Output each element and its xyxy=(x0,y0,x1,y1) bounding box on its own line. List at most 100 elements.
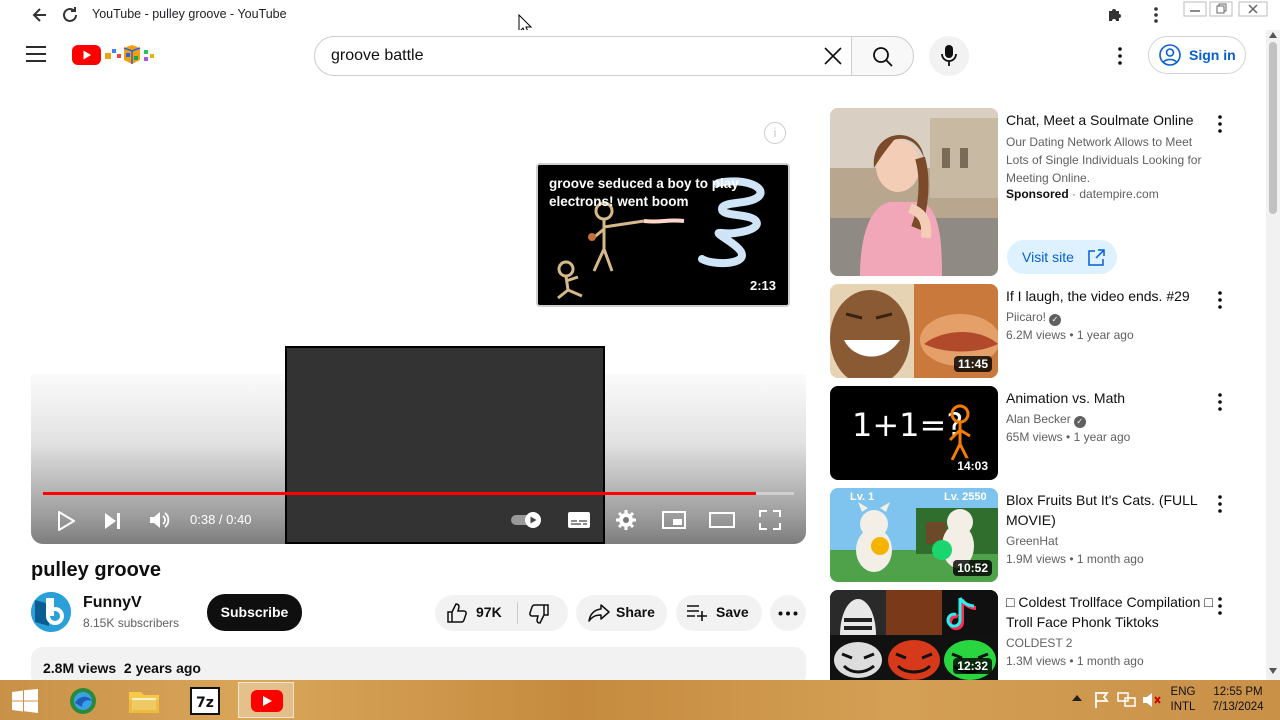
video-duration: 12:32 xyxy=(953,658,992,674)
youtube-logo[interactable] xyxy=(72,44,160,66)
fullscreen-icon[interactable] xyxy=(759,510,781,530)
show-hidden-icons-icon[interactable] xyxy=(1072,694,1082,702)
sponsored-ad[interactable]: Chat, Meet a Soulmate Online Our Dating … xyxy=(830,108,1250,278)
video-thumbnail[interactable]: 1+1=? 14:03 xyxy=(830,386,998,480)
ad-title[interactable]: Chat, Meet a Soulmate Online xyxy=(1006,110,1218,130)
language-indicator[interactable]: ENG INTL xyxy=(1166,685,1200,715)
channel-name[interactable]: COLDEST 2 xyxy=(1006,636,1072,650)
dislike-button[interactable] xyxy=(518,595,568,631)
verified-check-icon: ✓ xyxy=(1073,416,1086,428)
progress-bar[interactable] xyxy=(43,492,794,495)
share-button[interactable]: Share xyxy=(576,595,667,631)
recommended-video[interactable]: 1+1=? 14:03 Animation vs. Math Alan Beck… xyxy=(830,386,1250,480)
info-icon[interactable]: i xyxy=(764,122,786,144)
extensions-puzzle-icon[interactable] xyxy=(1105,5,1125,25)
verified-check-icon: ✓ xyxy=(1049,314,1062,326)
taskbar-file-explorer[interactable] xyxy=(115,682,171,718)
subscribe-button[interactable]: Subscribe xyxy=(207,594,302,631)
video-thumbnail[interactable]: 11:45 xyxy=(830,284,998,378)
youtube-header: groove battle Sign in xyxy=(0,30,1266,82)
sign-in-button[interactable]: Sign in xyxy=(1148,36,1246,74)
scrollbar-thumb[interactable] xyxy=(1269,42,1277,214)
settings-menu-icon[interactable] xyxy=(1110,46,1130,66)
channel-name[interactable]: Alan Becker xyxy=(1006,412,1071,426)
channel-name[interactable]: FunnyV xyxy=(83,594,142,612)
more-actions-button[interactable] xyxy=(770,595,806,631)
more-options-icon[interactable] xyxy=(1216,494,1224,514)
end-card-duration: 2:13 xyxy=(749,278,776,293)
video-stats-line: 65M views • 1 year ago xyxy=(1006,430,1130,444)
share-label: Share xyxy=(616,604,655,620)
theater-mode-icon[interactable] xyxy=(709,512,735,528)
video-thumbnail[interactable]: Lv. 1 Lv. 2550 10:52 xyxy=(830,488,998,582)
clock-time: 12:55 PM xyxy=(1213,686,1263,698)
scroll-down-arrow-icon[interactable] xyxy=(1269,668,1277,674)
volume-muted-icon[interactable] xyxy=(1142,691,1162,709)
search-query-text: groove battle xyxy=(331,47,424,64)
like-count: 97K xyxy=(476,604,502,620)
recommended-video[interactable]: Lv. 1 Lv. 2550 10:52 Blox Fruits But It'… xyxy=(830,488,1250,582)
7zip-icon: 7z xyxy=(190,687,220,715)
video-title-link[interactable]: Animation vs. Math xyxy=(1006,388,1218,408)
subscriber-count: 8.15K subscribers xyxy=(83,616,180,630)
play-button[interactable] xyxy=(57,511,75,531)
video-title-link[interactable]: If I laugh, the video ends. #29 xyxy=(1006,286,1218,306)
save-label: Save xyxy=(716,604,749,620)
hamburger-menu-icon[interactable] xyxy=(26,45,46,63)
end-screen-video-card[interactable]: groove seduced a boy to play electrons! … xyxy=(536,163,790,307)
more-horizontal-icon xyxy=(778,611,798,616)
autoplay-toggle[interactable] xyxy=(510,510,544,530)
settings-gear-icon[interactable] xyxy=(615,509,637,531)
windows-start-icon[interactable] xyxy=(12,689,38,713)
action-center-flag-icon[interactable] xyxy=(1094,691,1110,709)
taskbar-edge-app[interactable] xyxy=(54,682,110,718)
channel-name[interactable]: GreenHat xyxy=(1006,534,1058,548)
network-icon[interactable] xyxy=(1117,691,1137,709)
progress-bar-played xyxy=(43,492,757,495)
subtitles-icon[interactable] xyxy=(567,511,591,529)
close-window-icon[interactable] xyxy=(1238,1,1268,17)
search-input[interactable]: groove battle xyxy=(314,36,852,76)
reload-icon[interactable] xyxy=(60,5,80,25)
like-button[interactable]: 97K xyxy=(435,595,517,631)
svg-text:7z: 7z xyxy=(196,695,214,711)
system-clock[interactable]: 12:55 PM 7/13/2024 xyxy=(1206,685,1270,715)
recommended-video[interactable]: 12:32 □ Coldest Trollface Compilation □ … xyxy=(830,590,1250,680)
browser-menu-icon[interactable] xyxy=(1146,5,1166,25)
recommended-video[interactable]: 11:45 If I laugh, the video ends. #29 Pi… xyxy=(830,284,1250,378)
taskbar-youtube-app-active[interactable] xyxy=(238,682,294,718)
channel-avatar[interactable] xyxy=(31,592,71,632)
back-arrow-icon[interactable] xyxy=(30,5,50,25)
more-options-icon[interactable] xyxy=(1216,114,1224,134)
save-button[interactable]: Save xyxy=(676,595,762,631)
thumbs-up-icon xyxy=(447,603,467,623)
voice-search-button[interactable] xyxy=(929,36,969,76)
restore-window-icon[interactable] xyxy=(1209,1,1233,17)
video-thumbnail[interactable]: 12:32 xyxy=(830,590,998,680)
ad-sponsor-line: Sponsored · datempire.com xyxy=(1006,187,1159,201)
scroll-up-arrow-icon[interactable] xyxy=(1269,32,1277,38)
visit-site-button[interactable]: Visit site xyxy=(1007,240,1117,274)
video-title-link[interactable]: □ Coldest Trollface Compilation □ Troll … xyxy=(1006,592,1218,632)
next-video-button[interactable] xyxy=(104,512,122,530)
clear-search-icon[interactable] xyxy=(823,46,843,66)
miniplayer-icon[interactable] xyxy=(662,511,686,529)
video-player[interactable]: i groove seduced a boy to play electrons… xyxy=(31,92,806,544)
page-scrollbar[interactable] xyxy=(1266,30,1280,680)
more-options-icon[interactable] xyxy=(1216,392,1224,412)
channel-line[interactable]: Alan Becker ✓ xyxy=(1006,412,1086,428)
taskbar-7zip-app[interactable]: 7z xyxy=(177,682,233,718)
ad-thumbnail[interactable] xyxy=(830,108,998,276)
more-options-icon[interactable] xyxy=(1216,290,1224,310)
channel-line[interactable]: Piicaro! ✓ xyxy=(1006,310,1062,326)
volume-icon[interactable] xyxy=(149,510,171,530)
share-arrow-icon xyxy=(588,603,610,623)
video-title-link[interactable]: Blox Fruits But It's Cats. (FULL MOVIE) xyxy=(1006,490,1218,530)
channel-name[interactable]: Piicaro! xyxy=(1006,310,1046,324)
thumbs-down-icon xyxy=(529,604,549,624)
video-duration: 10:52 xyxy=(953,560,992,576)
more-options-icon[interactable] xyxy=(1216,596,1224,616)
windows-taskbar: 7z ENG INTL 12:55 PM 7/13/2024 xyxy=(0,680,1280,720)
minimize-window-icon[interactable] xyxy=(1183,1,1207,17)
search-button[interactable] xyxy=(851,36,914,76)
